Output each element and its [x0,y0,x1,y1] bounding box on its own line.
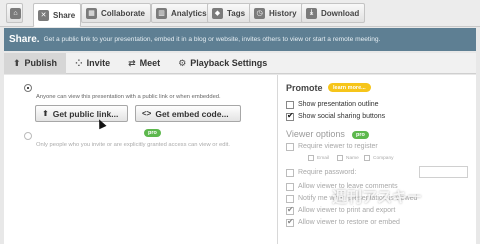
collaborate-icon: ▦ [86,7,97,19]
subtab-meet-label: Meet [139,58,161,68]
field-email-checkbox[interactable] [308,155,314,161]
get-public-link-label: Get public link... [52,108,119,119]
panel-divider [277,75,278,244]
require-password-checkbox[interactable] [286,169,294,177]
get-public-link-button[interactable]: ⬆ Get public link... [35,105,128,122]
upload-arrow-icon: ⬆ [42,109,49,118]
require-password-label: Require password: [298,169,357,176]
field-name-label: Name [346,156,359,161]
field-name-checkbox[interactable] [337,155,343,161]
tab-share[interactable]: ✕ Share [33,3,82,27]
get-embed-code-label: Get embed code... [155,108,229,119]
allow-export-label: Allow viewer to print and export [298,207,396,214]
invite-icon: ⁘ [75,57,83,68]
notify-viewed-checkbox[interactable] [286,195,294,203]
allow-restore-checkbox[interactable] [286,217,294,227]
password-input[interactable] [419,166,468,178]
field-email-label: Email [317,156,329,161]
analytics-icon: ▥ [156,7,167,19]
banner-title: Share. [9,34,40,45]
learn-more-button[interactable]: learn more... [328,83,371,92]
promote-title: Promote [286,83,323,93]
tab-tags[interactable]: ◆ Tags [207,3,252,23]
banner-description: Get a public link to your presentation, … [43,36,381,43]
share-banner: Share. Get a public link to your present… [4,28,476,51]
allow-comments-checkbox[interactable] [286,183,294,191]
settings-pane: Promote learn more... Show presentation … [284,75,476,244]
field-company-checkbox[interactable] [364,155,370,161]
show-outline-label: Show presentation outline [298,101,379,108]
tab-share-label: Share [53,10,76,20]
public-radio[interactable] [24,84,32,92]
subtab-playback-label: Playback Settings [190,58,268,68]
code-icon: <> [142,109,152,118]
share-icon: ✕ [38,9,49,21]
private-description: Only people who you invite or are explic… [36,142,230,148]
get-embed-code-button[interactable]: <> Get embed code... [135,105,241,122]
subtab-playback-settings[interactable]: ⚙ Playback Settings [169,53,276,74]
tab-download-label: Download [321,8,360,18]
subtab-invite-label: Invite [86,58,111,68]
require-register-checkbox[interactable] [286,143,294,151]
field-company-label: Company [373,156,394,161]
subtab-publish-label: Publish [24,58,58,68]
subtab-meet[interactable]: ⇄ Meet [119,53,169,74]
tab-tags-label: Tags [227,8,246,18]
home-icon: ⌂ [10,7,21,19]
show-outline-checkbox[interactable] [286,101,294,109]
watermark: 週刊アスキー [332,188,423,206]
tab-download[interactable]: ⤓ Download [301,3,366,23]
upload-arrow-icon: ⬆ [13,57,21,68]
tab-collaborate[interactable]: ▦ Collaborate [81,3,152,23]
private-radio[interactable] [24,132,32,140]
gear-icon: ⚙ [178,57,187,68]
pro-badge: pro [144,129,161,137]
tag-icon: ◆ [212,7,223,19]
show-social-label: Show social sharing buttons [298,113,386,120]
show-social-checkbox[interactable] [286,111,294,121]
tab-analytics-label: Analytics [171,8,207,18]
tab-history-label: History [269,8,297,18]
top-tab-bar: ⌂ ✕ Share ▦ Collaborate ▥ Analytics ◆ Ta… [0,0,480,27]
viewer-options-title: Viewer options [286,129,345,139]
tab-home[interactable]: ⌂ [6,3,23,23]
require-register-label: Require viewer to register [298,143,378,150]
download-icon: ⤓ [306,7,317,19]
subtab-publish[interactable]: ⬆ Publish [4,52,67,74]
publish-panel: Anyone can view this presentation with a… [4,75,476,244]
share-subnav: ⬆ Publish ⁘ Invite ⇄ Meet ⚙ Playback Set… [4,52,476,74]
viewer-pro-badge: pro [352,131,369,139]
tab-history[interactable]: ◷ History [249,3,303,23]
allow-restore-label: Allow viewer to restore or embed [298,219,400,226]
public-description: Anyone can view this presentation with a… [36,94,221,100]
publish-options: Anyone can view this presentation with a… [4,75,274,244]
tab-collaborate-label: Collaborate [101,8,146,18]
history-icon: ◷ [254,7,265,19]
subtab-invite[interactable]: ⁘ Invite [66,53,119,74]
tab-analytics[interactable]: ▥ Analytics [151,3,213,23]
allow-export-checkbox[interactable] [286,205,294,215]
meet-icon: ⇄ [128,57,136,68]
